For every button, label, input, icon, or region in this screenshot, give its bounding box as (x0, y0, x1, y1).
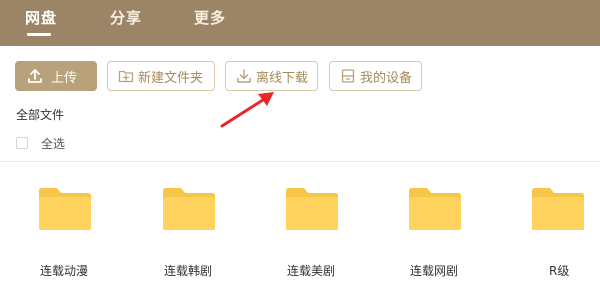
new-folder-button-label: 新建文件夹 (138, 70, 204, 86)
breadcrumb[interactable]: 全部文件 (16, 106, 64, 123)
folder-item[interactable]: 连载韩剧 (161, 185, 261, 280)
upload-icon (28, 69, 42, 83)
my-devices-button[interactable]: 我的设备 (329, 61, 422, 91)
new-folder-icon (118, 70, 134, 83)
active-tab-indicator (27, 33, 51, 36)
folder-icon (532, 188, 584, 230)
folder-name: R级 (549, 264, 570, 278)
folder-icon (286, 188, 338, 230)
top-nav-bar: 网盘 分享 更多 (0, 0, 600, 46)
folder-icon (163, 188, 215, 230)
tab-share[interactable]: 分享 (110, 7, 142, 28)
folder-name: 连载美剧 (287, 264, 336, 278)
folder-icon (39, 188, 91, 230)
divider (0, 161, 600, 162)
folder-item[interactable]: 连载网剧 (407, 185, 507, 280)
folder-name: 连载网剧 (410, 264, 459, 278)
tab-more[interactable]: 更多 (194, 7, 226, 28)
upload-button-label: 上传 (51, 70, 78, 86)
device-icon (341, 69, 355, 83)
folder-item[interactable]: 连载美剧 (284, 185, 384, 280)
select-all-checkbox[interactable] (16, 137, 28, 149)
new-folder-button[interactable]: 新建文件夹 (107, 61, 215, 91)
folder-icon (409, 188, 461, 230)
select-all-label[interactable]: 全选 (41, 135, 65, 152)
folder-item[interactable]: R级 (530, 185, 600, 280)
folder-name: 连载韩剧 (164, 264, 213, 278)
folder-name: 连载动漫 (40, 264, 89, 278)
upload-button[interactable]: 上传 (15, 61, 97, 91)
annotation-arrow-icon (220, 92, 274, 128)
tab-netdisk[interactable]: 网盘 (25, 7, 57, 28)
my-devices-button-label: 我的设备 (360, 70, 413, 86)
folder-item[interactable]: 连载动漫 (37, 185, 137, 280)
